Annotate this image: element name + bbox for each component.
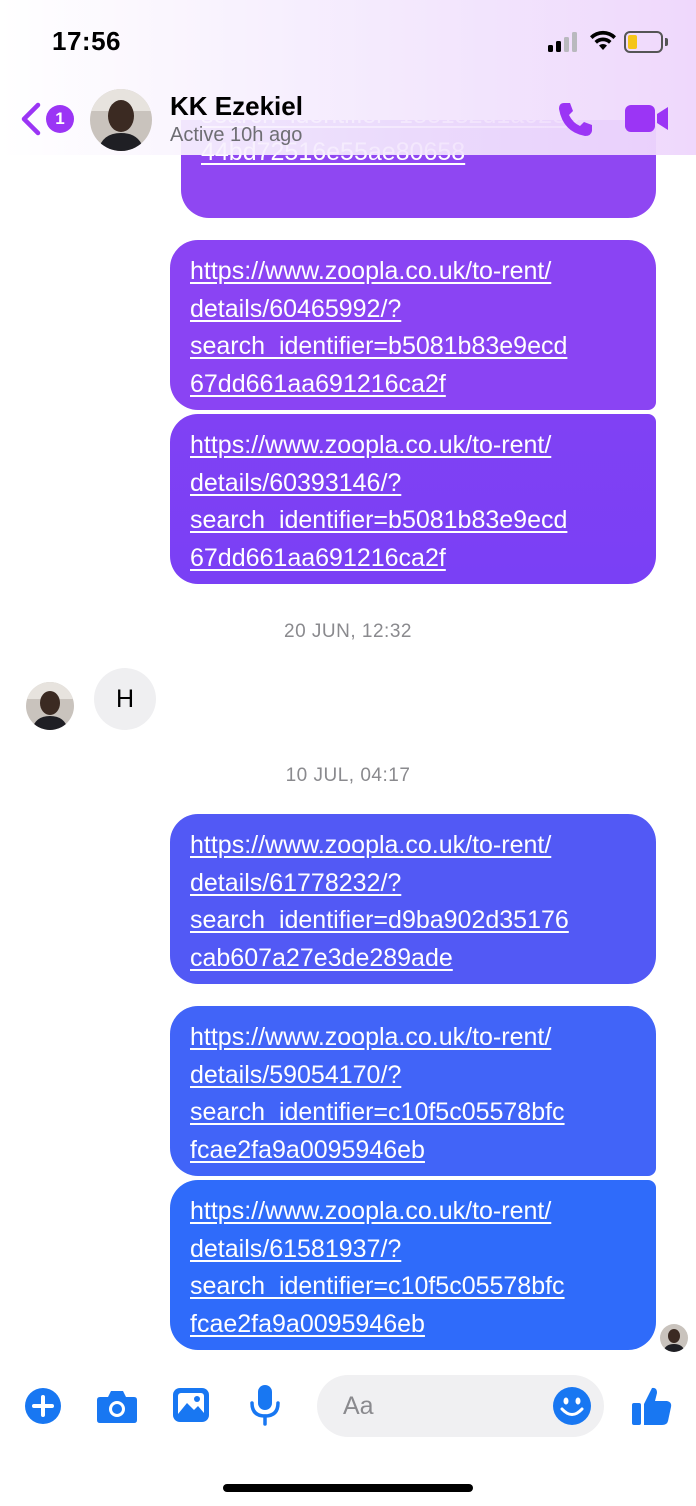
message-link-line[interactable]: fcae2fa9a0095946eb bbox=[190, 1132, 636, 1170]
message-link-line[interactable]: search_identifier=b5081b83e9ecd bbox=[190, 328, 636, 366]
contact-name[interactable]: KK Ezekiel bbox=[170, 91, 303, 122]
message-link-line[interactable]: search_identifier=d9ba902d35176 bbox=[190, 902, 636, 940]
message-link-line[interactable]: https://www.zoopla.co.uk/to-rent/ bbox=[190, 827, 636, 865]
avatar-image bbox=[26, 682, 74, 730]
status-bar: 17:56 bbox=[0, 0, 696, 85]
avatar-image bbox=[660, 1324, 688, 1352]
gallery-icon[interactable] bbox=[172, 1387, 210, 1423]
read-receipt-avatar bbox=[660, 1324, 688, 1352]
plus-icon[interactable] bbox=[24, 1387, 62, 1425]
home-indicator bbox=[223, 1484, 473, 1492]
message-link-line[interactable]: search_identifier=c10f5c05578bfc bbox=[190, 1094, 636, 1132]
camera-icon[interactable] bbox=[96, 1388, 138, 1424]
avatar-image bbox=[90, 89, 152, 151]
message-link-line[interactable]: https://www.zoopla.co.uk/to-rent/ bbox=[190, 1019, 636, 1057]
back-chevron-icon bbox=[21, 102, 41, 136]
message-link-line[interactable]: details/61581937/? bbox=[190, 1231, 636, 1269]
message-link-line[interactable]: details/59054170/? bbox=[190, 1057, 636, 1095]
message-link-line[interactable]: https://www.zoopla.co.uk/to-rent/ bbox=[190, 1193, 636, 1231]
battery-icon bbox=[624, 31, 668, 53]
message-link-line[interactable]: details/61778232/? bbox=[190, 865, 636, 903]
message-link-line[interactable]: details/60393146/? bbox=[190, 465, 636, 503]
outgoing-message-bubble[interactable]: https://www.zoopla.co.uk/to-rent/ detail… bbox=[170, 1006, 656, 1176]
incoming-message-bubble[interactable]: H bbox=[94, 668, 156, 730]
status-time: 17:56 bbox=[52, 26, 121, 56]
sender-avatar[interactable] bbox=[26, 682, 74, 730]
message-link-line[interactable]: https://www.zoopla.co.uk/to-rent/ bbox=[190, 253, 636, 291]
message-link-line[interactable]: 67dd661aa691216ca2f bbox=[190, 540, 636, 578]
contact-active-status: Active 10h ago bbox=[170, 124, 303, 146]
conversation-header: 1 KK Ezekiel Active 10h ago bbox=[0, 85, 696, 155]
message-link-line[interactable]: fcae2fa9a0095946eb bbox=[190, 1306, 636, 1344]
wifi-icon bbox=[590, 30, 616, 50]
back-button[interactable]: 1 bbox=[20, 99, 76, 139]
thumbs-up-icon[interactable] bbox=[630, 1384, 674, 1428]
contact-avatar[interactable] bbox=[90, 89, 152, 151]
unread-count-badge: 1 bbox=[46, 105, 74, 133]
outgoing-message-bubble[interactable]: https://www.zoopla.co.uk/to-rent/ detail… bbox=[170, 414, 656, 584]
message-link-line[interactable]: 67dd661aa691216ca2f bbox=[190, 366, 636, 404]
outgoing-message-bubble[interactable]: https://www.zoopla.co.uk/to-rent/ detail… bbox=[170, 814, 656, 984]
message-timestamp: 20 JUN, 12:32 bbox=[284, 621, 412, 642]
message-link-line[interactable]: details/60465992/? bbox=[190, 291, 636, 329]
message-timestamp: 10 JUL, 04:17 bbox=[285, 765, 411, 786]
message-link-line[interactable]: cab607a27e3de289ade bbox=[190, 940, 636, 978]
video-camera-icon[interactable] bbox=[624, 101, 670, 135]
message-link-line[interactable]: search_identifier=b5081b83e9ecd bbox=[190, 502, 636, 540]
outgoing-message-bubble[interactable]: https://www.zoopla.co.uk/to-rent/ detail… bbox=[170, 240, 656, 410]
message-link-line[interactable]: https://www.zoopla.co.uk/to-rent/ bbox=[190, 427, 636, 465]
message-link-line[interactable]: search_identifier=c10f5c05578bfc bbox=[190, 1268, 636, 1306]
phone-icon[interactable] bbox=[555, 99, 595, 139]
microphone-icon[interactable] bbox=[248, 1384, 282, 1426]
emoji-icon[interactable] bbox=[552, 1386, 592, 1426]
cellular-signal-icon bbox=[548, 32, 580, 52]
message-composer bbox=[0, 1370, 696, 1450]
outgoing-message-bubble[interactable]: https://www.zoopla.co.uk/to-rent/ detail… bbox=[170, 1180, 656, 1350]
